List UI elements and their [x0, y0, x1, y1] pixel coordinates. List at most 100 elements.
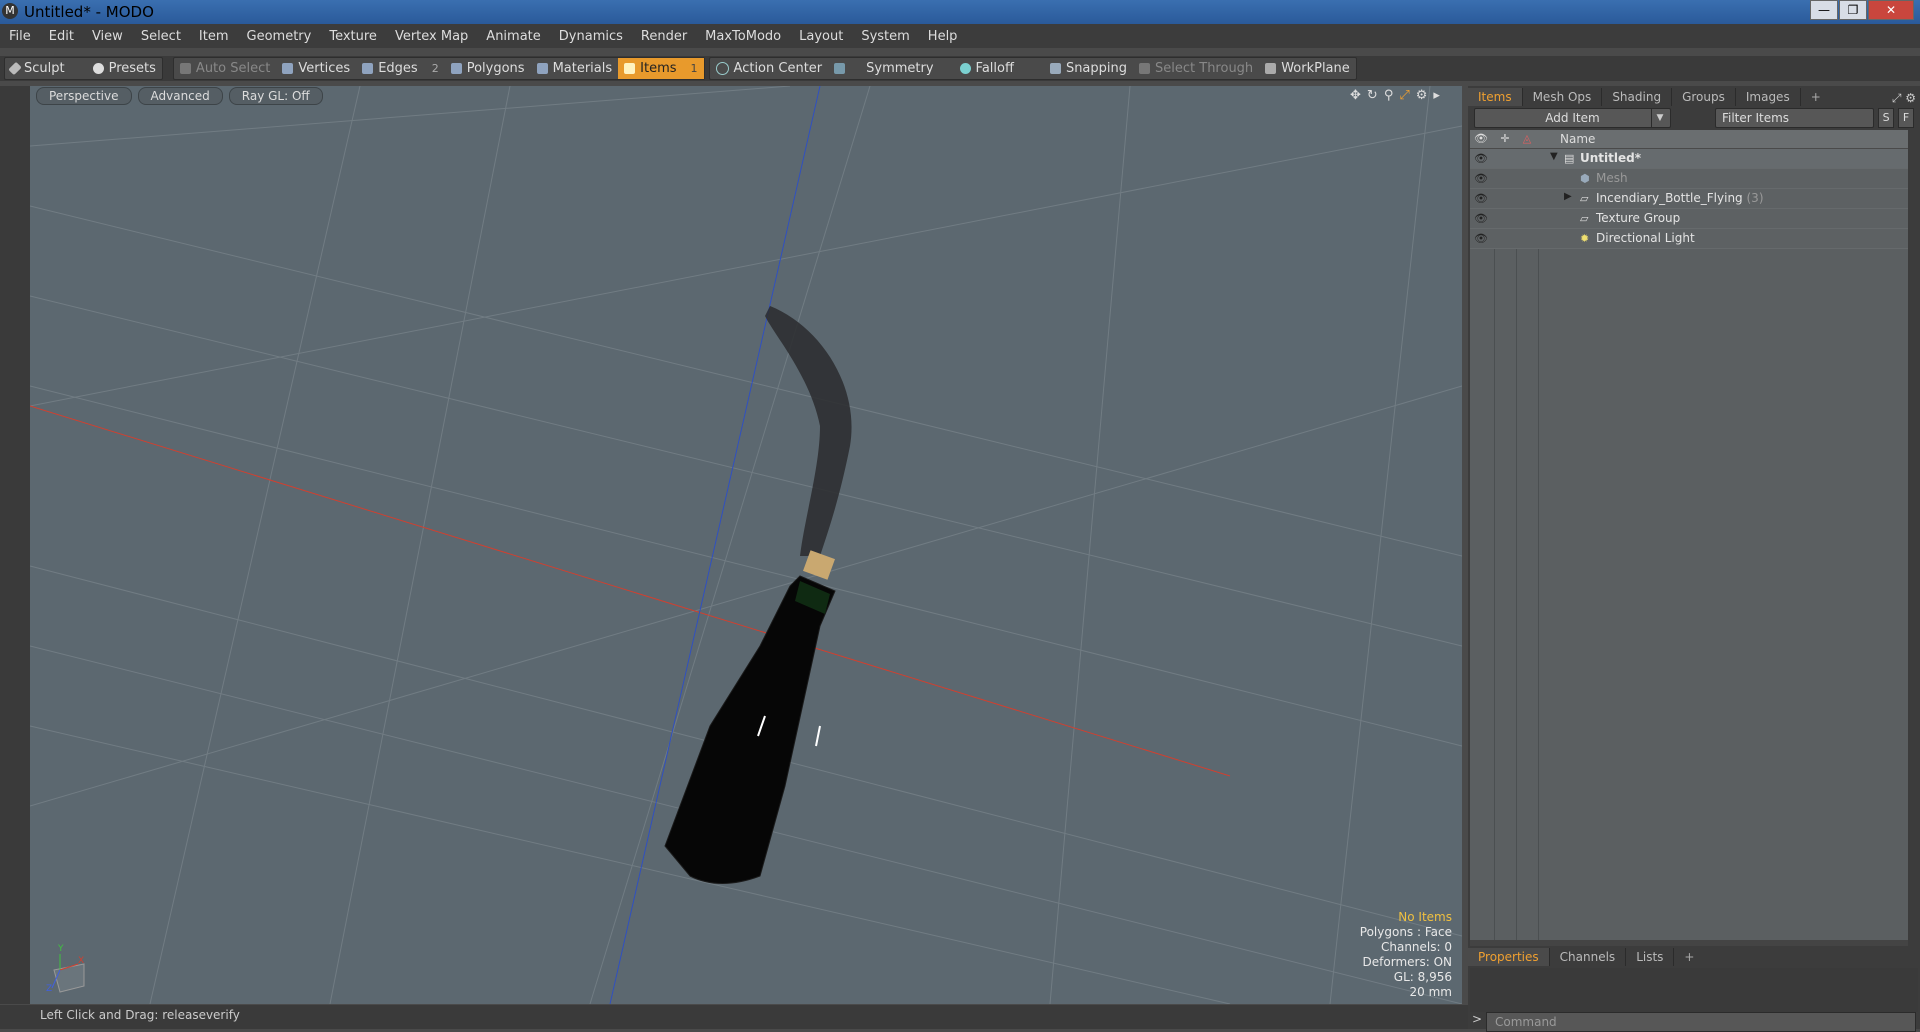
deformers-stat: Deformers: ON: [1362, 955, 1452, 969]
symmetry-icon: [834, 63, 846, 74]
sculpt-brush-icon: [8, 61, 22, 76]
select-through-button[interactable]: Select Through: [1133, 58, 1259, 79]
viewport-stats: No Items Polygons : Face Channels: 0 Def…: [1300, 910, 1452, 1000]
symmetry-button[interactable]: Symmetry: [828, 58, 939, 79]
tree-row-mesh[interactable]: 👁 ⬢ Mesh: [1470, 169, 1908, 189]
bottle-model[interactable]: [664, 306, 852, 884]
add-props-tab-button[interactable]: +: [1674, 948, 1704, 966]
tab-channels[interactable]: Channels: [1550, 948, 1627, 966]
tree-row-directional-light[interactable]: 👁 ✹ Directional Light: [1470, 229, 1908, 249]
viewport-scene: [30, 86, 1462, 1004]
status-bar: Left Click and Drag: releaseverify: [0, 1005, 1468, 1029]
axis-label-x: X: [78, 956, 85, 966]
tab-shading[interactable]: Shading: [1602, 88, 1673, 106]
falloff-button[interactable]: Falloff: [954, 58, 1020, 79]
menu-dynamics[interactable]: Dynamics: [550, 29, 632, 44]
maximize-viewport-icon[interactable]: ⤢: [1399, 88, 1409, 103]
auto-select-button[interactable]: Auto Select: [174, 58, 276, 79]
command-prompt: >: [1472, 1012, 1483, 1026]
workplane-icon: [1265, 63, 1277, 74]
add-item-button[interactable]: Add Item ▼: [1474, 108, 1671, 128]
tab-lists[interactable]: Lists: [1626, 948, 1675, 966]
window-titlebar: M Untitled* - MODO — ❐ ✕: [0, 0, 1920, 24]
modo-logo-icon: M: [2, 3, 18, 19]
edges-icon: [362, 63, 374, 74]
close-button[interactable]: ✕: [1868, 0, 1914, 20]
eye-icon[interactable]: 👁: [1474, 232, 1488, 245]
tab-groups[interactable]: Groups: [1672, 88, 1736, 106]
grid-size-stat: 20 mm: [1409, 985, 1452, 999]
scene-icon: ▤: [1564, 152, 1575, 165]
add-tab-button[interactable]: +: [1801, 88, 1831, 106]
polygons-button[interactable]: Polygons: [445, 58, 531, 79]
rotate-icon[interactable]: ↻: [1367, 88, 1378, 103]
minimize-button[interactable]: —: [1810, 0, 1838, 20]
polygons-icon: [450, 63, 462, 74]
menu-file[interactable]: File: [0, 29, 40, 44]
light-icon: ✹: [1580, 232, 1590, 245]
menu-maxtomodo[interactable]: MaxToModo: [696, 29, 790, 44]
zoom-icon[interactable]: ⚲: [1384, 88, 1394, 103]
menu-help[interactable]: Help: [919, 29, 967, 44]
menu-geometry[interactable]: Geometry: [238, 29, 321, 44]
items-button[interactable]: Items 1: [618, 58, 704, 79]
menu-vertex-map[interactable]: Vertex Map: [386, 29, 477, 44]
menu-edit[interactable]: Edit: [40, 29, 83, 44]
edges-button[interactable]: Edges 2: [356, 58, 445, 79]
eye-icon[interactable]: 👁: [1474, 212, 1488, 225]
advanced-shading-button[interactable]: Advanced: [137, 87, 223, 105]
snapping-button[interactable]: Snapping: [1044, 58, 1133, 79]
pan-icon[interactable]: ✥: [1350, 88, 1361, 103]
viewport-menu-arrow-icon[interactable]: ▸: [1433, 88, 1440, 103]
tree-row-scene[interactable]: 👁 ▼ ▤ Untitled*: [1470, 149, 1908, 169]
tab-properties[interactable]: Properties: [1468, 948, 1550, 966]
tree-row-texture-group[interactable]: 👁 ▱ Texture Group: [1470, 209, 1908, 229]
viewport-settings-icon[interactable]: ⚙: [1416, 88, 1428, 103]
presets-icon: [92, 63, 104, 74]
sculpt-button[interactable]: Sculpt: [5, 58, 71, 79]
eye-icon[interactable]: 👁: [1474, 192, 1488, 205]
vertices-icon: [282, 63, 294, 74]
tab-mesh-ops[interactable]: Mesh Ops: [1523, 88, 1603, 106]
f-filter-button[interactable]: F: [1898, 108, 1914, 128]
filter-items-input[interactable]: Filter Items: [1714, 108, 1875, 128]
presets-button[interactable]: Presets: [87, 58, 162, 79]
menu-system[interactable]: System: [852, 29, 918, 44]
eye-icon[interactable]: 👁: [1474, 152, 1488, 165]
select-through-icon: [1139, 63, 1151, 74]
menu-render[interactable]: Render: [632, 29, 696, 44]
x-axis-line: [30, 405, 1231, 777]
tree-row-bottle-group[interactable]: 👁 ▶ ▱ Incendiary_Bottle_Flying (3): [1470, 189, 1908, 209]
panel-maximize-icon[interactable]: ⤢ ⚙: [1892, 91, 1916, 106]
tab-items[interactable]: Items: [1468, 88, 1523, 106]
perspective-view-button[interactable]: Perspective: [36, 87, 132, 105]
name-column-header[interactable]: Name: [1560, 132, 1595, 146]
raygl-toggle[interactable]: Ray GL: Off: [228, 87, 323, 105]
auto-select-icon: [179, 63, 191, 74]
menu-animate[interactable]: Animate: [477, 29, 549, 44]
menu-layout[interactable]: Layout: [790, 29, 852, 44]
mesh-icon: ⬢: [1580, 172, 1590, 185]
menu-bar: File Edit View Select Item Geometry Text…: [0, 24, 1920, 48]
item-tree: 👁 ✛ ◬ Name 👁 ▼ ▤ Untitled* 👁 ⬢ Mesh 👁 ▶ …: [1470, 130, 1908, 942]
selection-stat: No Items: [1398, 910, 1452, 924]
vertices-button[interactable]: Vertices: [276, 58, 356, 79]
maximize-button[interactable]: ❐: [1839, 0, 1867, 20]
expand-arrow-icon[interactable]: ▶: [1564, 191, 1572, 202]
menu-select[interactable]: Select: [132, 29, 190, 44]
eye-icon[interactable]: 👁: [1474, 172, 1488, 185]
command-input[interactable]: Command: [1486, 1012, 1916, 1032]
workplane-button[interactable]: WorkPlane: [1259, 58, 1356, 79]
tab-images[interactable]: Images: [1736, 88, 1801, 106]
status-hint: Left Click and Drag: releaseverify: [40, 1008, 240, 1022]
collapse-arrow-icon[interactable]: ▼: [1550, 151, 1558, 162]
menu-item[interactable]: Item: [190, 29, 238, 44]
materials-button[interactable]: Materials: [531, 58, 619, 79]
menu-view[interactable]: View: [83, 29, 132, 44]
add-item-dropdown-icon[interactable]: ▼: [1650, 109, 1668, 127]
menu-texture[interactable]: Texture: [320, 29, 386, 44]
s-filter-button[interactable]: S: [1878, 108, 1895, 128]
action-center-button[interactable]: Action Center: [710, 58, 829, 79]
item-list-panel: Items Mesh Ops Shading Groups Images + ⤢…: [1468, 86, 1920, 1032]
3d-viewport[interactable]: Y X Z: [30, 86, 1462, 1004]
